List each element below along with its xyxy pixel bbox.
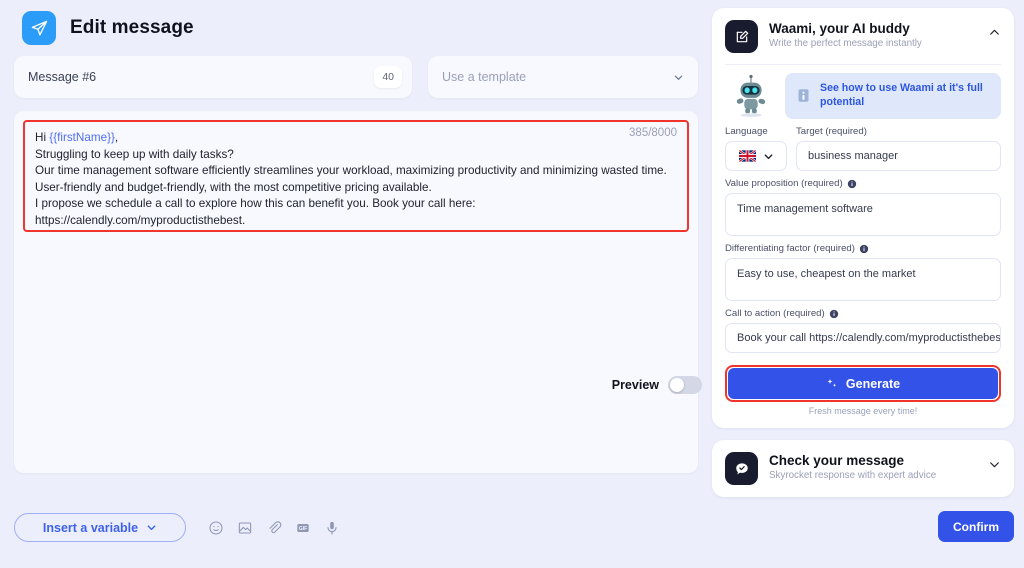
message-editor-column: Edit message Message #6 40 Use a templat… — [0, 0, 712, 568]
insert-variable-button[interactable]: Insert a variable — [14, 513, 186, 542]
waami-info-banner[interactable]: See how to use Waami at it's full potent… — [785, 73, 1001, 119]
send-plane-icon — [22, 11, 56, 45]
uk-flag-icon — [738, 150, 756, 162]
language-field: Language — [725, 119, 787, 171]
generate-highlight: Generate — [725, 365, 1001, 402]
compose-edit-icon — [725, 20, 758, 53]
confirm-button[interactable]: Confirm — [938, 511, 1014, 542]
language-select[interactable] — [725, 141, 787, 171]
waami-intro-row: See how to use Waami at it's full potent… — [725, 73, 1001, 119]
waami-title: Waami, your AI buddy — [769, 21, 910, 36]
edit-message-screen: Edit message Message #6 40 Use a templat… — [0, 0, 1024, 568]
language-target-row: Language Target (required) business mana… — [725, 119, 1001, 171]
value-proposition-input[interactable]: Time management software — [725, 193, 1001, 236]
differentiating-factor-input[interactable]: Easy to use, cheapest on the market — [725, 258, 1001, 301]
template-placeholder: Use a template — [442, 70, 527, 84]
chevron-down-icon — [674, 75, 683, 80]
info-circle-icon[interactable] — [859, 244, 869, 254]
waami-subtitle: Write the perfect message instantly — [769, 38, 922, 49]
target-input[interactable]: business manager — [796, 141, 1001, 171]
info-circle-icon[interactable] — [829, 309, 839, 319]
check-message-title: Check your message — [769, 453, 905, 468]
message-meta-row: Message #6 40 Use a template — [14, 56, 698, 98]
waami-panel-header[interactable]: Waami, your AI buddy Write the perfect m… — [725, 20, 1001, 53]
svg-text:GIF: GIF — [299, 526, 307, 532]
check-message-panel[interactable]: Check your message Skyrocket response wi… — [712, 440, 1014, 497]
differentiating-factor-label: Differentiating factor (required) — [725, 243, 1001, 254]
message-textarea[interactable]: 385/8000 Hi {{firstName}}, Struggling to… — [23, 120, 689, 232]
composer-toolbar: Insert a variable GIF — [14, 513, 340, 542]
robot-mascot-icon — [725, 73, 777, 119]
chevron-down-icon — [147, 525, 156, 531]
preview-toggle[interactable] — [668, 376, 702, 394]
page-title: Edit message — [70, 17, 194, 38]
sparkle-icon — [827, 378, 837, 387]
panel-divider — [725, 64, 1001, 65]
check-message-subtitle: Skyrocket response with expert advice — [769, 470, 937, 481]
chevron-down-icon[interactable] — [988, 458, 1001, 471]
composer-icon-group: GIF — [208, 520, 340, 536]
greeting-prefix: Hi — [35, 131, 50, 144]
toggle-knob — [670, 378, 684, 392]
template-select[interactable]: Use a template — [428, 56, 698, 98]
message-name-label: Message #6 — [28, 70, 97, 84]
microphone-icon[interactable] — [324, 520, 340, 536]
waami-panel: Waami, your AI buddy Write the perfect m… — [712, 8, 1014, 428]
chevron-up-icon[interactable] — [988, 26, 1001, 39]
character-counter: 385/8000 — [629, 127, 677, 139]
check-message-header: Check your message Skyrocket response wi… — [725, 452, 1001, 485]
message-name-counter: 40 — [374, 66, 402, 88]
insert-variable-label: Insert a variable — [42, 520, 139, 535]
generate-label: Generate — [845, 376, 901, 391]
generate-note: Fresh message every time! — [808, 406, 918, 416]
message-name-field[interactable]: Message #6 40 — [14, 56, 412, 98]
differentiating-factor-label-text: Differentiating factor (required) — [725, 243, 855, 254]
greeting-comma: , — [114, 131, 119, 144]
first-name-variable: {{firstName}} — [49, 131, 115, 144]
page-header: Edit message — [14, 0, 698, 46]
gif-icon[interactable]: GIF — [295, 520, 311, 536]
info-icon — [798, 89, 809, 103]
message-body-text: Hi {{firstName}}, Struggling to keep up … — [35, 130, 677, 230]
language-label: Language — [725, 126, 768, 137]
target-field: Target (required) business manager — [796, 119, 1001, 171]
image-icon[interactable] — [237, 520, 253, 536]
message-editor-card: 385/8000 Hi {{firstName}}, Struggling to… — [14, 111, 698, 473]
call-to-action-label: Call to action (required) — [725, 308, 1001, 319]
assistant-sidebar: Waami, your AI buddy Write the perfect m… — [712, 0, 1024, 568]
call-to-action-input[interactable]: Book your call https://calendly.com/mypr… — [725, 323, 1001, 353]
value-proposition-label-text: Value proposition (required) — [725, 178, 843, 189]
message-body-rest: Struggling to keep up with daily tasks? … — [35, 147, 667, 228]
preview-label: Preview — [611, 378, 659, 392]
chevron-down-icon — [764, 153, 772, 159]
chat-check-icon — [725, 452, 758, 485]
call-to-action-label-text: Call to action (required) — [725, 308, 825, 319]
target-label: Target (required) — [796, 126, 867, 137]
generate-button[interactable]: Generate — [728, 368, 998, 399]
info-circle-icon[interactable] — [847, 179, 857, 189]
preview-toggle-row: Preview — [612, 376, 702, 394]
value-proposition-label: Value proposition (required) — [725, 178, 1001, 189]
emoji-icon[interactable] — [208, 520, 224, 536]
waami-info-text: See how to use Waami at it's full potent… — [820, 82, 983, 108]
attachment-icon[interactable] — [266, 520, 282, 536]
